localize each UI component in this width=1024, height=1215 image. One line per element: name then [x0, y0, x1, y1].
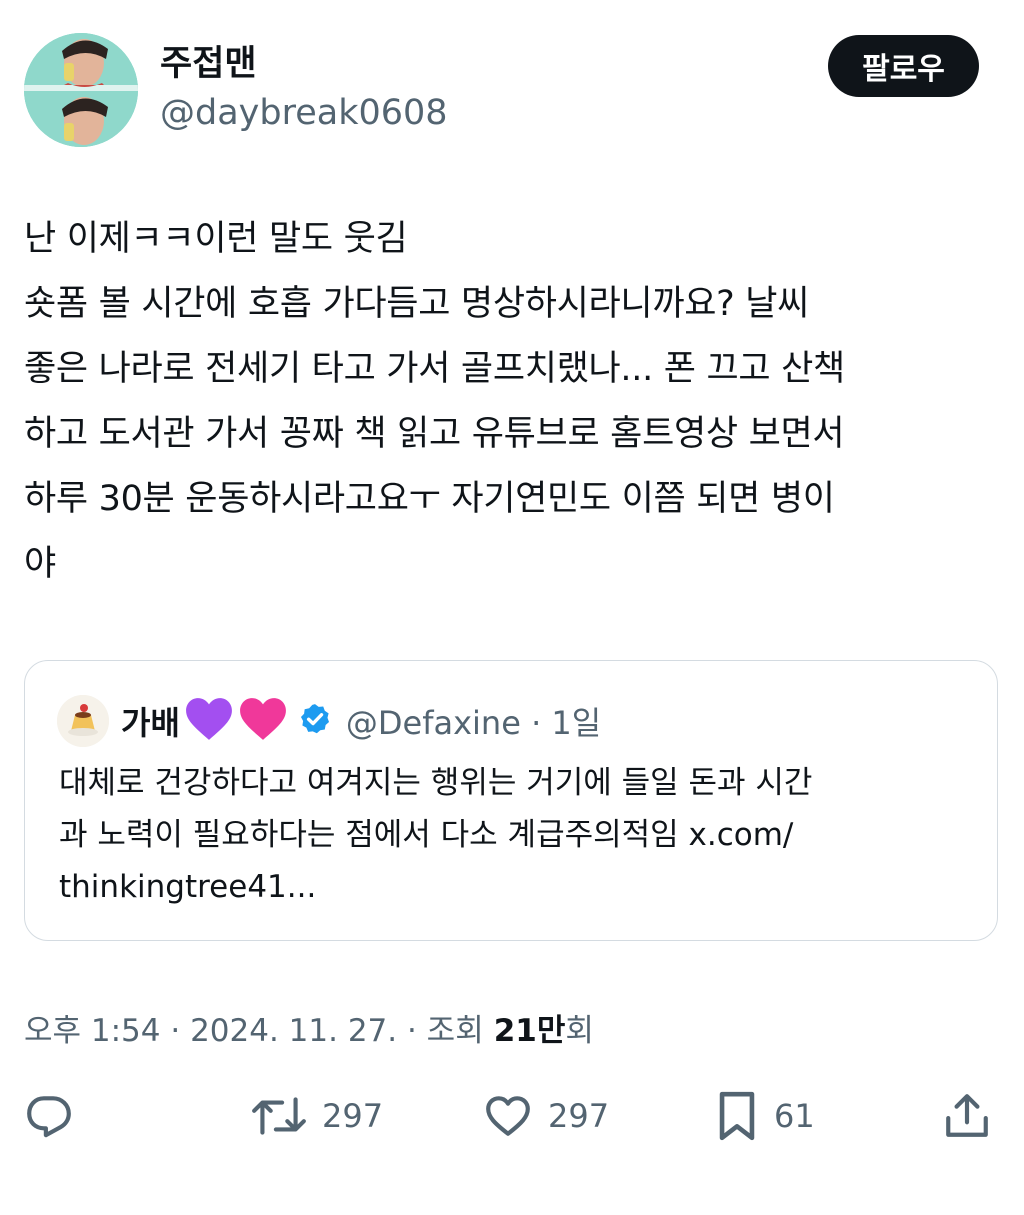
- tweet-meta: 오후 1:54 · 2024. 11. 27. · 조회 21만 회: [24, 1002, 594, 1052]
- quote-text: 대체로 건강하다고 여겨지는 행위는 거기에 들일 돈과 시간 과 노력이 필요…: [59, 757, 969, 913]
- retweet-button[interactable]: 297: [250, 1083, 383, 1149]
- quote-author-name[interactable]: 가배: [121, 698, 180, 744]
- view-count: 21만: [493, 1012, 566, 1049]
- author-name[interactable]: 주접맨: [160, 40, 257, 88]
- quote-line: thinkingtree41...: [59, 869, 317, 905]
- view-count-suffix: 회: [565, 1012, 594, 1049]
- reply-button[interactable]: [24, 1083, 74, 1149]
- share-button[interactable]: [942, 1083, 992, 1149]
- bookmark-icon: [714, 1088, 760, 1144]
- tweet-line: 좋은 나라로 전세기 타고 가서 골프치랬나... 폰 끄고 산책: [24, 349, 845, 389]
- bookmark-button[interactable]: 61: [714, 1083, 815, 1149]
- author-handle[interactable]: @daybreak0608: [160, 89, 448, 137]
- tweet-text: 난 이제ㅋㅋ이런 말도 웃김 숏폼 볼 시간에 호흡 가다듬고 명상하시라니까요…: [24, 207, 1000, 597]
- tweet-line: 하루 30분 운동하시라고요ㅜ 자기연민도 이쯤 되면 병이: [24, 479, 835, 519]
- tweet-line: 난 이제ㅋㅋ이런 말도 웃김: [24, 219, 408, 259]
- pink-heart-icon: [238, 696, 288, 746]
- retweet-icon: [250, 1091, 308, 1141]
- like-count: 297: [548, 1097, 610, 1135]
- author-avatar[interactable]: [24, 33, 138, 147]
- quote-line: 대체로 건강하다고 여겨지는 행위는 거기에 들일 돈과 시간: [59, 765, 813, 801]
- tweet-timestamp[interactable]: 오후 1:54 · 2024. 11. 27. · 조회: [24, 1005, 484, 1050]
- quote-header: 가배 @Defaxine · 1일: [121, 693, 601, 749]
- tweet-line: 하고 도서관 가서 꽁짜 책 읽고 유튜브로 홈트영상 보면서: [24, 414, 845, 454]
- share-icon: [942, 1090, 992, 1142]
- quoted-tweet-card[interactable]: 가배 @Defaxine · 1일 대체로 건강하다고 여겨지는 행위는 거기에…: [24, 660, 998, 941]
- quote-handle-time[interactable]: @Defaxine · 1일: [346, 698, 601, 744]
- tweet-line: 숏폼 볼 시간에 호흡 가다듬고 명상하시라니까요? 날씨: [24, 284, 810, 324]
- action-bar: 297 297 61: [0, 1083, 1024, 1149]
- retweet-count: 297: [322, 1097, 384, 1135]
- bookmark-count: 61: [774, 1097, 815, 1135]
- verified-badge-icon: [298, 702, 332, 740]
- purple-heart-icon: [184, 696, 234, 746]
- quote-line: 과 노력이 필요하다는 점에서 다소 계급주의적임 x.com/: [59, 817, 794, 853]
- quote-avatar[interactable]: [57, 695, 109, 747]
- like-button[interactable]: 297: [482, 1083, 609, 1149]
- heart-icon: [482, 1091, 534, 1141]
- tweet-line: 야: [24, 544, 56, 584]
- reply-icon: [24, 1091, 74, 1141]
- follow-button[interactable]: 팔로우: [828, 35, 979, 97]
